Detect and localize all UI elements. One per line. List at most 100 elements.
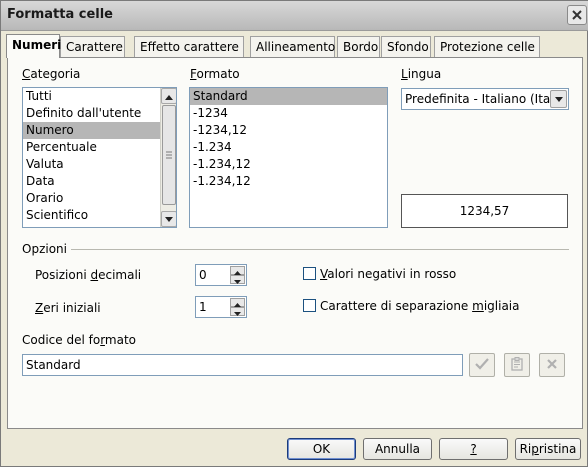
button-label: ? <box>470 442 477 456</box>
category-list[interactable]: Tutti Definito dall'utente Numero Percentua… <box>22 87 177 228</box>
tab-label: Allineamento <box>256 40 336 54</box>
label-text: alori negativi in rosso <box>327 267 457 281</box>
label-text: ingua <box>407 67 442 81</box>
leading-zeros-spin-buttons <box>230 298 245 316</box>
cancel-button[interactable]: Annulla <box>363 438 432 460</box>
language-label: Lingua <box>401 67 441 81</box>
mnemonic: m <box>472 299 484 313</box>
chevron-down-icon <box>165 212 173 226</box>
category-item[interactable]: Numero <box>23 122 176 139</box>
leading-zeros-value: 1 <box>199 300 207 314</box>
label-text: Posizioni <box>35 268 91 282</box>
format-code-input[interactable]: Standard <box>22 354 463 376</box>
button-label: ristina <box>538 442 577 456</box>
category-item[interactable]: Percentuale <box>23 139 176 156</box>
decrement-button[interactable] <box>230 275 245 284</box>
scroll-up-button[interactable] <box>161 88 176 104</box>
scroll-thumb[interactable] <box>162 105 176 205</box>
tab-label: Carattere <box>66 40 123 54</box>
reset-button[interactable]: Ripristina <box>515 438 581 460</box>
format-code-value: Standard <box>26 358 81 372</box>
category-items: Tutti Definito dall'utente Numero Percentua… <box>23 88 176 224</box>
language-dropdown-button[interactable] <box>550 90 567 108</box>
label-text: eri iniziali <box>43 301 101 315</box>
negative-red-checkbox[interactable] <box>303 267 316 280</box>
edit-comment-button[interactable] <box>504 353 530 377</box>
tab-effetto-carattere[interactable]: Effetto carattere <box>134 36 244 57</box>
tab-label: Protezione celle <box>440 40 535 54</box>
format-code-label: Codice del formato <box>22 333 136 347</box>
accept-format-button[interactable] <box>469 353 495 377</box>
label-text: mato <box>104 333 137 347</box>
category-scrollbar[interactable] <box>160 88 176 227</box>
label-text: Carattere di separazione <box>320 299 473 313</box>
mnemonic: Z <box>35 301 44 315</box>
label-text: Codice del fo <box>22 333 101 347</box>
button-label: OK <box>312 442 331 456</box>
category-label: Categoria <box>22 67 80 81</box>
tab-carattere[interactable]: Carattere <box>60 36 125 57</box>
format-list[interactable]: Standard -1234 -1234,12 -1.234 -1.234,12 -1.2… <box>189 87 388 228</box>
checkmark-icon <box>475 357 489 373</box>
tab-numeri[interactable]: Numeri <box>6 34 61 58</box>
decimals-spin-buttons <box>230 266 245 284</box>
tab-bordo[interactable]: Bordo <box>337 36 380 57</box>
negative-red-label[interactable]: Valori negativi in rosso <box>320 267 456 281</box>
options-divider <box>71 249 569 250</box>
format-item[interactable]: -1.234,12 <box>190 173 387 190</box>
category-item[interactable]: Valuta <box>23 156 176 173</box>
tab-protezione-celle[interactable]: Protezione celle <box>434 36 540 57</box>
preview-value: 1234,57 <box>459 204 510 218</box>
tab-label: Effetto carattere <box>140 40 239 54</box>
button-label: Annulla <box>374 442 421 456</box>
mnemonic: L <box>401 67 408 81</box>
leading-zeros-label: Zeri iniziali <box>35 301 101 315</box>
format-item[interactable]: -1.234 <box>190 139 387 156</box>
format-label: Formato <box>190 67 240 81</box>
leading-zeros-stepper[interactable]: 1 <box>195 296 247 318</box>
category-item[interactable]: Tutti <box>23 88 176 105</box>
button-label: Ri <box>519 442 532 456</box>
format-preview: 1234,57 <box>401 194 568 228</box>
delete-icon <box>546 358 558 373</box>
scroll-down-button[interactable] <box>161 211 176 227</box>
comment-icon <box>510 356 524 374</box>
decimals-stepper[interactable]: 0 <box>195 264 247 286</box>
chevron-down-icon <box>234 305 241 319</box>
help-button[interactable]: ? <box>439 438 508 460</box>
ok-button[interactable]: OK <box>287 438 356 460</box>
mnemonic: p <box>531 442 539 456</box>
format-item[interactable]: -1234,12 <box>190 122 387 139</box>
thousands-separator-checkbox[interactable] <box>303 299 316 312</box>
thousands-separator-label[interactable]: Carattere di separazione migliaia <box>320 299 520 313</box>
options-title: Opzioni <box>22 242 67 256</box>
category-item[interactable]: Orario <box>23 190 176 207</box>
language-value: Predefinita - Italiano (Itali <box>405 92 553 106</box>
format-items: Standard -1234 -1234,12 -1.234 -1.234,12 -1.2… <box>190 88 387 190</box>
close-button[interactable] <box>567 5 587 25</box>
label-text: ategoria <box>30 67 81 81</box>
format-cells-dialog: Formatta celle Numeri Carattere Effetto … <box>0 0 588 467</box>
decrement-button[interactable] <box>230 307 245 316</box>
mnemonic: d <box>90 268 99 282</box>
label-text: ecimali <box>98 268 142 282</box>
tab-label: Bordo <box>343 40 379 54</box>
language-select[interactable]: Predefinita - Italiano (Itali <box>401 88 569 110</box>
close-icon <box>571 9 583 21</box>
format-item[interactable]: -1.234,12 <box>190 156 387 173</box>
chevron-up-icon <box>165 89 173 103</box>
format-item[interactable]: Standard <box>190 88 387 105</box>
label-text: ormato <box>196 67 240 81</box>
decimals-value: 0 <box>199 268 207 282</box>
delete-format-button[interactable] <box>539 353 565 377</box>
category-item[interactable]: Scientifico <box>23 207 176 224</box>
format-item[interactable]: -1234 <box>190 105 387 122</box>
tab-sfondo[interactable]: Sfondo <box>381 36 431 57</box>
tab-allineamento[interactable]: Allineamento <box>250 36 335 57</box>
chevron-down-icon <box>554 92 563 106</box>
category-item[interactable]: Definito dall'utente <box>23 105 176 122</box>
chevron-down-icon <box>234 273 241 287</box>
decimals-label: Posizioni decimali <box>35 268 141 282</box>
window-title: Formatta celle <box>7 7 113 22</box>
category-item[interactable]: Data <box>23 173 176 190</box>
